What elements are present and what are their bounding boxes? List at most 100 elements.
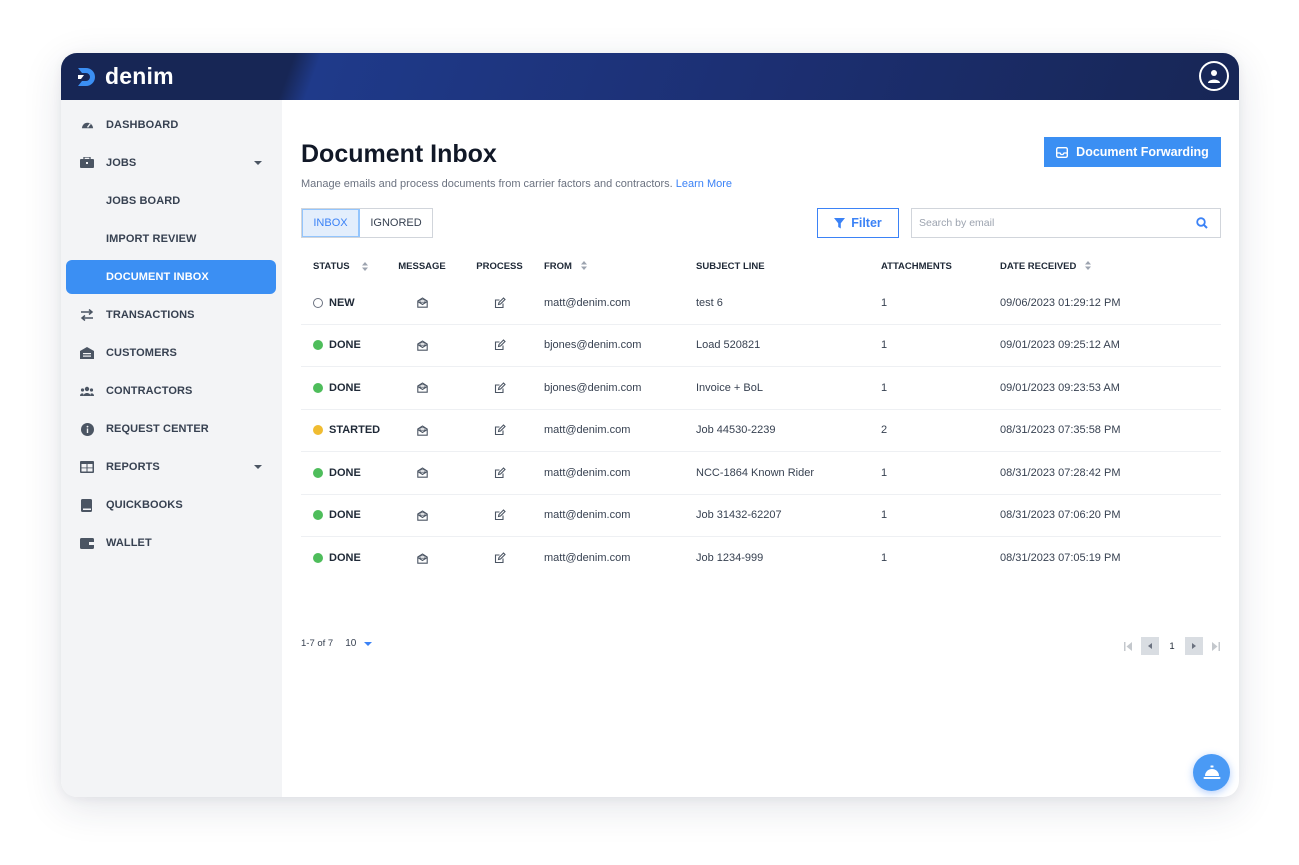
last-page-icon[interactable] (1207, 637, 1225, 655)
sidebar-item-jobs-board[interactable]: JOBS BOARD (66, 184, 276, 218)
sidebar-item-dashboard[interactable]: DASHBOARD (66, 108, 276, 142)
document-forwarding-button[interactable]: Document Forwarding (1044, 137, 1221, 167)
status-cell: DONE (301, 552, 389, 564)
col-from[interactable]: FROM (544, 261, 696, 272)
tab-inbox[interactable]: INBOX (302, 209, 360, 237)
date-cell: 08/31/2023 07:35:58 PM (1000, 424, 1121, 437)
sidebar-item-document-inbox[interactable]: DOCUMENT INBOX (66, 260, 276, 294)
view-message-icon[interactable] (389, 382, 455, 393)
status-badge: DONE (329, 509, 361, 522)
col-date-received[interactable]: DATE RECEIVED (1000, 261, 1220, 272)
date-cell: 08/31/2023 07:05:19 PM (1000, 552, 1121, 565)
col-status[interactable]: STATUS (301, 261, 389, 272)
inbox-tabs: INBOX IGNORED (301, 208, 433, 238)
sort-icon (1085, 261, 1092, 271)
table-row[interactable]: DONE matt@denim.com NCC-1864 Known Rider 1 0… (301, 452, 1221, 495)
sidebar-item-wallet[interactable]: WALLET (66, 526, 276, 560)
process-edit-icon[interactable] (455, 424, 544, 436)
main-content: Document Inbox Manage emails and process… (301, 100, 1221, 797)
process-edit-icon[interactable] (455, 296, 544, 309)
search-icon[interactable] (1196, 217, 1212, 229)
attachments-cell: 1 (881, 509, 888, 522)
dashboard-icon (80, 118, 94, 132)
chevron-right-icon (1192, 643, 1196, 649)
process-edit-icon[interactable] (455, 381, 544, 394)
top-bar: denim (61, 53, 1239, 100)
transfer-icon (80, 308, 94, 322)
table-row[interactable]: DONE matt@denim.com Job 1234-999 1 08/31/202… (301, 537, 1221, 580)
sidebar-item-contractors[interactable]: CONTRACTORS (66, 374, 276, 408)
attachments-cell: 1 (881, 296, 888, 309)
col-subject: SUBJECT LINE (696, 260, 765, 272)
search-input[interactable] (912, 209, 1196, 237)
learn-more-link[interactable]: Learn More (676, 178, 732, 190)
book-icon (80, 498, 94, 512)
date-cell: 09/01/2023 09:25:12 AM (1000, 339, 1120, 352)
view-message-icon[interactable] (389, 297, 455, 308)
view-message-icon[interactable] (389, 425, 455, 436)
table-row[interactable]: NEW matt@denim.com test 6 1 09/06/2023 01:29… (301, 282, 1221, 325)
sidebar-item-reports[interactable]: REPORTS (66, 450, 276, 484)
view-message-icon[interactable] (389, 510, 455, 521)
chevron-down-icon (254, 465, 262, 469)
page-number-current[interactable]: 1 (1163, 637, 1181, 655)
filter-button[interactable]: Filter (817, 208, 899, 238)
process-edit-icon[interactable] (455, 466, 544, 479)
view-message-icon[interactable] (389, 340, 455, 351)
view-message-icon[interactable] (389, 467, 455, 478)
users-icon (80, 384, 94, 398)
sidebar-item-request-center[interactable]: REQUEST CENTER (66, 412, 276, 446)
attachments-cell: 1 (881, 339, 888, 352)
subject-cell: Job 1234-999 (696, 552, 764, 565)
search-box (911, 208, 1221, 238)
concierge-bell-button[interactable] (1193, 754, 1230, 791)
from-cell: matt@denim.com (544, 509, 631, 522)
status-cell: DONE (301, 339, 389, 351)
sort-icon (580, 261, 587, 271)
attachments-cell: 2 (881, 424, 888, 437)
status-dot-icon (313, 425, 323, 436)
warehouse-icon (80, 346, 94, 360)
date-cell: 09/06/2023 01:29:12 PM (1000, 296, 1121, 309)
from-cell: matt@denim.com (544, 466, 631, 479)
status-cell: DONE (301, 467, 389, 479)
attachments-cell: 1 (881, 381, 888, 394)
from-cell: matt@denim.com (544, 424, 631, 437)
chevron-down-icon (254, 161, 262, 165)
status-badge: DONE (329, 552, 361, 565)
process-edit-icon[interactable] (455, 509, 544, 521)
pagination-range: 1-7 of 7 (301, 638, 334, 649)
from-cell: bjones@denim.com (544, 339, 642, 352)
col-attachments: ATTACHMENTS (881, 260, 952, 272)
first-page-icon[interactable] (1119, 637, 1137, 655)
sidebar-item-quickbooks[interactable]: QUICKBOOKS (66, 488, 276, 522)
process-edit-icon[interactable] (455, 339, 544, 351)
sidebar-item-transactions[interactable]: TRANSACTIONS (66, 298, 276, 332)
prev-page-button[interactable] (1141, 637, 1159, 655)
next-page-button[interactable] (1185, 637, 1203, 655)
table-row[interactable]: DONE bjones@denim.com Load 520821 1 09/01/20… (301, 325, 1221, 367)
subject-cell: Load 520821 (696, 339, 761, 352)
from-cell: matt@denim.com (544, 296, 631, 309)
status-dot-icon (313, 467, 323, 478)
brand-logo[interactable]: denim (75, 63, 174, 90)
table-row[interactable]: STARTED matt@denim.com Job 44530-2239 2 08/3… (301, 410, 1221, 452)
status-cell: DONE (301, 382, 389, 394)
process-edit-icon[interactable] (455, 552, 544, 564)
tab-ignored[interactable]: IGNORED (360, 209, 432, 237)
page-title: Document Inbox (301, 140, 497, 168)
status-badge: DONE (329, 466, 361, 479)
rows-per-page-select[interactable]: 10 (345, 638, 373, 649)
table-row[interactable]: DONE bjones@denim.com Invoice + BoL 1 09/01/… (301, 367, 1221, 410)
user-icon (1208, 70, 1220, 83)
table-row[interactable]: DONE matt@denim.com Job 31432-62207 1 08/31/… (301, 495, 1221, 537)
sidebar-item-import-review[interactable]: IMPORT REVIEW (66, 222, 276, 256)
sidebar-item-customers[interactable]: CUSTOMERS (66, 336, 276, 370)
status-cell: DONE (301, 509, 389, 521)
sidebar-item-jobs[interactable]: JOBS (66, 146, 276, 180)
col-message: MESSAGE (398, 260, 446, 272)
date-cell: 08/31/2023 07:06:20 PM (1000, 509, 1121, 522)
date-cell: 09/01/2023 09:23:53 AM (1000, 381, 1120, 394)
view-message-icon[interactable] (389, 553, 455, 564)
user-avatar[interactable] (1199, 61, 1229, 91)
